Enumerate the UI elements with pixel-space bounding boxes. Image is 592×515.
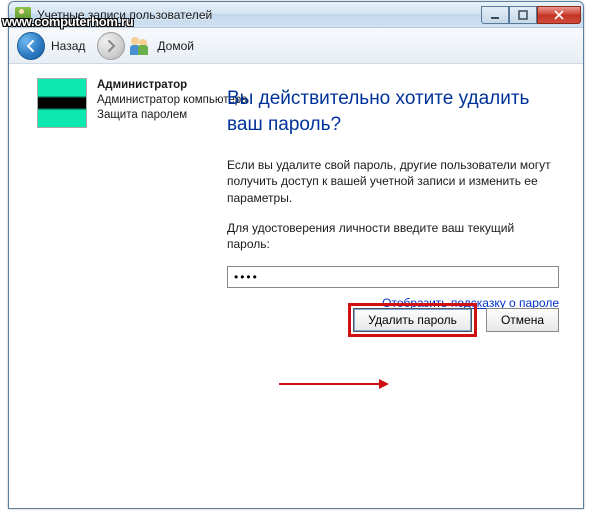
user-meta: Администратор Администратор компьютера З…: [97, 78, 248, 128]
forward-button[interactable]: [97, 32, 125, 60]
prompt-text: Для удостоверения личности введите ваш т…: [227, 220, 559, 252]
main-area: Вы действительно хотите удалить ваш паро…: [227, 86, 559, 310]
home-label[interactable]: Домой: [157, 39, 194, 53]
arrow-icon: [279, 376, 389, 392]
navbar: Назад Домой: [9, 28, 583, 64]
back-label: Назад: [51, 39, 85, 53]
action-row: Удалить пароль Отмена: [353, 308, 559, 332]
user-role: Администратор компьютера: [97, 93, 248, 108]
users-icon: [129, 35, 151, 57]
minimize-button[interactable]: [481, 6, 509, 24]
cancel-button[interactable]: Отмена: [486, 308, 559, 332]
page-heading: Вы действительно хотите удалить ваш паро…: [227, 86, 559, 137]
annotation-arrow: [279, 376, 389, 397]
avatar: [37, 78, 87, 128]
window: Учетные записи пользователей Назад Домой: [8, 1, 584, 509]
password-input[interactable]: [227, 266, 559, 288]
back-button[interactable]: [17, 32, 45, 60]
window-controls: [481, 6, 581, 24]
maximize-icon: [518, 10, 528, 20]
user-protection: Защита паролем: [97, 108, 248, 123]
close-icon: [554, 10, 564, 20]
maximize-button[interactable]: [509, 6, 537, 24]
close-button[interactable]: [537, 6, 581, 24]
user-name: Администратор: [97, 78, 248, 93]
content-area: Администратор Администратор компьютера З…: [9, 64, 583, 508]
minimize-icon: [490, 10, 500, 20]
forward-arrow-icon: [104, 39, 118, 53]
user-block: Администратор Администратор компьютера З…: [37, 78, 248, 128]
watermark-text: www.computerhom.ru: [2, 14, 133, 29]
back-arrow-icon: [24, 39, 38, 53]
delete-password-button[interactable]: Удалить пароль: [353, 308, 472, 332]
warning-text: Если вы удалите свой пароль, другие поль…: [227, 157, 559, 206]
